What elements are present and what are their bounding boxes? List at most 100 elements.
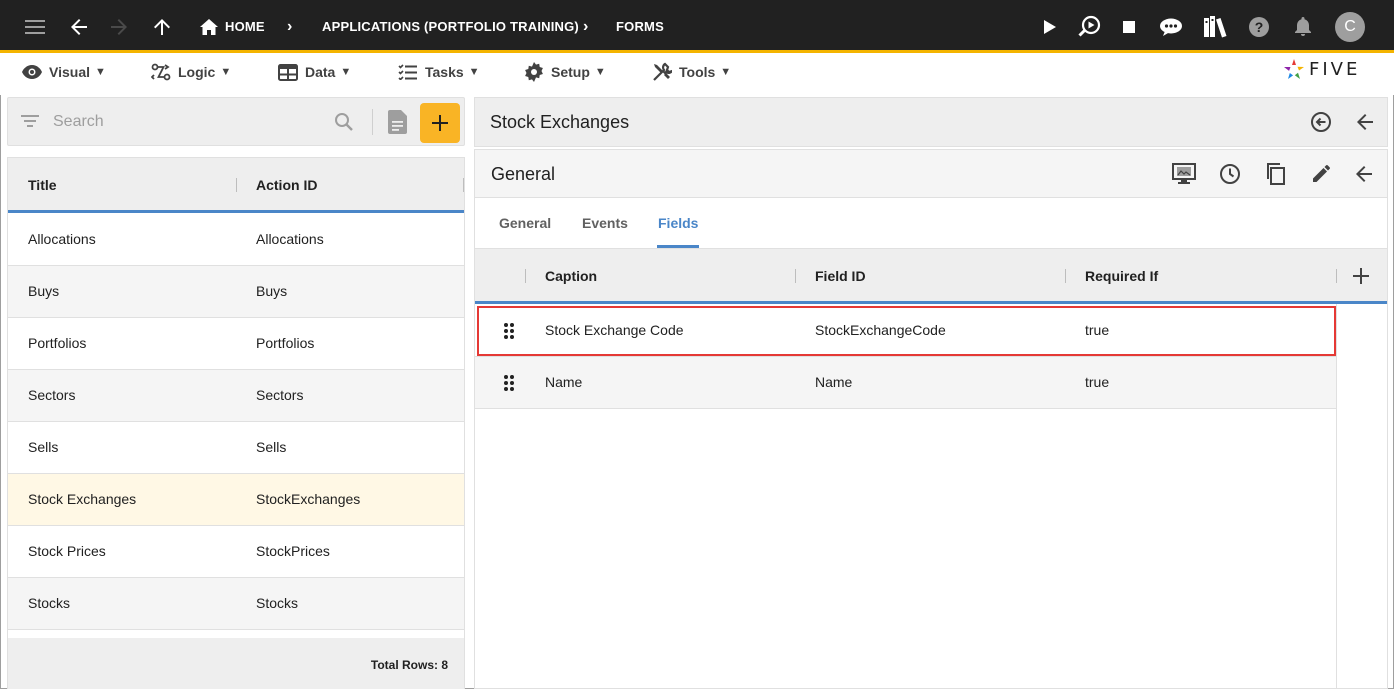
run-play-icon[interactable] [1037,14,1063,40]
back-arrow-icon[interactable] [1351,161,1377,187]
column-header-caption[interactable]: Caption [545,268,597,284]
menu-data[interactable]: Data ▼ [278,53,351,91]
column-separator [463,178,464,192]
five-logo: FIVE [1283,57,1360,81]
column-separator [236,178,237,192]
back-arrow-icon[interactable] [66,14,92,40]
row-field-id: StockExchangeCode [815,322,946,338]
breadcrumb-home[interactable]: HOME [225,0,265,53]
history-clock-icon[interactable] [1217,161,1243,187]
tasks-icon [398,64,417,80]
add-record-button[interactable] [420,103,460,143]
column-header-action-id[interactable]: Action ID [256,177,317,193]
row-required-if: true [1085,322,1110,338]
list-row[interactable]: Stocks Stocks [8,578,464,630]
column-separator [1065,269,1066,283]
list-row[interactable]: Buys Buys [8,266,464,318]
filter-icon[interactable] [21,114,39,133]
column-header-title[interactable]: Title [28,177,57,193]
menu-visual[interactable]: Visual ▼ [22,53,106,91]
add-field-plus-icon[interactable] [1353,268,1369,289]
list-row[interactable]: Sectors Sectors [8,370,464,422]
fields-grid-header: Caption Field ID Required If [475,249,1387,304]
menu-tasks[interactable]: Tasks ▼ [398,53,480,91]
tab-fields[interactable]: Fields [658,215,698,231]
row-title: Stocks [28,595,71,611]
search-input[interactable]: Search [53,113,104,131]
breadcrumb-forms[interactable]: FORMS [616,0,664,53]
caret-down-icon: ▼ [220,66,232,78]
eye-icon [22,65,42,79]
caret-down-icon: ▼ [720,66,732,78]
up-arrow-icon[interactable] [149,14,175,40]
form-title: Stock Exchanges [490,112,630,132]
plus-icon [432,115,448,131]
search-icon[interactable] [334,112,354,137]
home-icon[interactable] [199,17,219,37]
grid-right-border [1336,304,1337,689]
menu-setup[interactable]: Setup ▼ [524,53,606,91]
edit-pencil-icon[interactable] [1308,161,1334,187]
breadcrumb-chevron-icon: › [287,18,293,35]
chat-icon[interactable] [1157,14,1185,40]
section-title: General [491,164,556,184]
stop-icon[interactable] [1116,14,1142,40]
drag-handle-icon[interactable] [504,323,514,342]
section-header: General [475,150,1387,198]
active-tab-indicator [657,245,699,248]
forward-arrow-icon[interactable] [106,14,132,40]
list-row[interactable]: Sells Sells [8,422,464,474]
menu-logic-label: Logic [178,64,216,80]
menu-logic[interactable]: Logic ▼ [151,53,231,91]
avatar-letter: C [1335,12,1365,42]
column-header-field-id[interactable]: Field ID [815,268,866,284]
svg-text:?: ? [1255,19,1264,35]
debug-run-icon[interactable] [1076,13,1104,41]
menu-visual-label: Visual [49,64,90,80]
monitor-preview-icon[interactable] [1171,161,1197,187]
document-icon[interactable] [388,110,408,139]
gear-icon [525,62,543,82]
five-logo-text: FIVE [1309,58,1361,80]
hamburger-menu-icon[interactable] [22,14,48,40]
caret-down-icon: ▼ [340,66,352,78]
forms-list: Title Action ID Allocations Allocations … [7,157,465,689]
history-back-icon[interactable] [1308,109,1334,135]
menu-data-label: Data [305,64,336,80]
row-action-id: Sells [256,439,287,455]
menu-tools[interactable]: Tools ▼ [652,53,731,91]
list-footer: Total Rows: 8 [8,638,464,689]
library-books-icon[interactable] [1201,13,1229,41]
back-arrow-icon[interactable] [1352,109,1378,135]
row-field-id: Name [815,374,853,390]
list-row[interactable]: Allocations Allocations [8,214,464,266]
row-caption: Stock Exchange Code [545,322,684,338]
table-icon [278,63,298,81]
fields-grid-row[interactable]: Name Name true [475,357,1336,409]
user-avatar[interactable]: C [1335,12,1365,42]
list-header: Title Action ID [8,158,464,213]
list-row[interactable]: Portfolios Portfolios [8,318,464,370]
tab-general[interactable]: General [499,215,551,231]
form-tabs: General Events Fields [475,198,1387,249]
column-header-required-if[interactable]: Required If [1085,268,1158,284]
row-title: Stock Prices [28,543,106,559]
row-action-id: Allocations [256,231,324,247]
total-rows: Total Rows: 8 [370,658,448,672]
list-row-selected[interactable]: Stock Exchanges StockExchanges [8,474,464,526]
notifications-bell-icon[interactable] [1290,14,1316,40]
row-action-id: Sectors [256,387,304,403]
breadcrumb-applications[interactable]: APPLICATIONS (PORTFOLIO TRAINING) [322,0,579,53]
row-caption: Name [545,374,583,390]
menu-tasks-label: Tasks [425,64,464,80]
list-row[interactable]: Stock Prices StockPrices [8,526,464,578]
row-title: Stock Exchanges [28,491,137,507]
help-icon[interactable]: ? [1246,14,1272,40]
tab-events[interactable]: Events [582,215,628,231]
copy-icon[interactable] [1263,161,1289,187]
row-required-if: true [1085,374,1110,390]
drag-handle-icon[interactable] [504,375,514,394]
fields-grid-row[interactable]: Stock Exchange Code StockExchangeCode tr… [475,305,1336,357]
row-title: Sells [28,439,59,455]
menu-setup-label: Setup [551,64,590,80]
